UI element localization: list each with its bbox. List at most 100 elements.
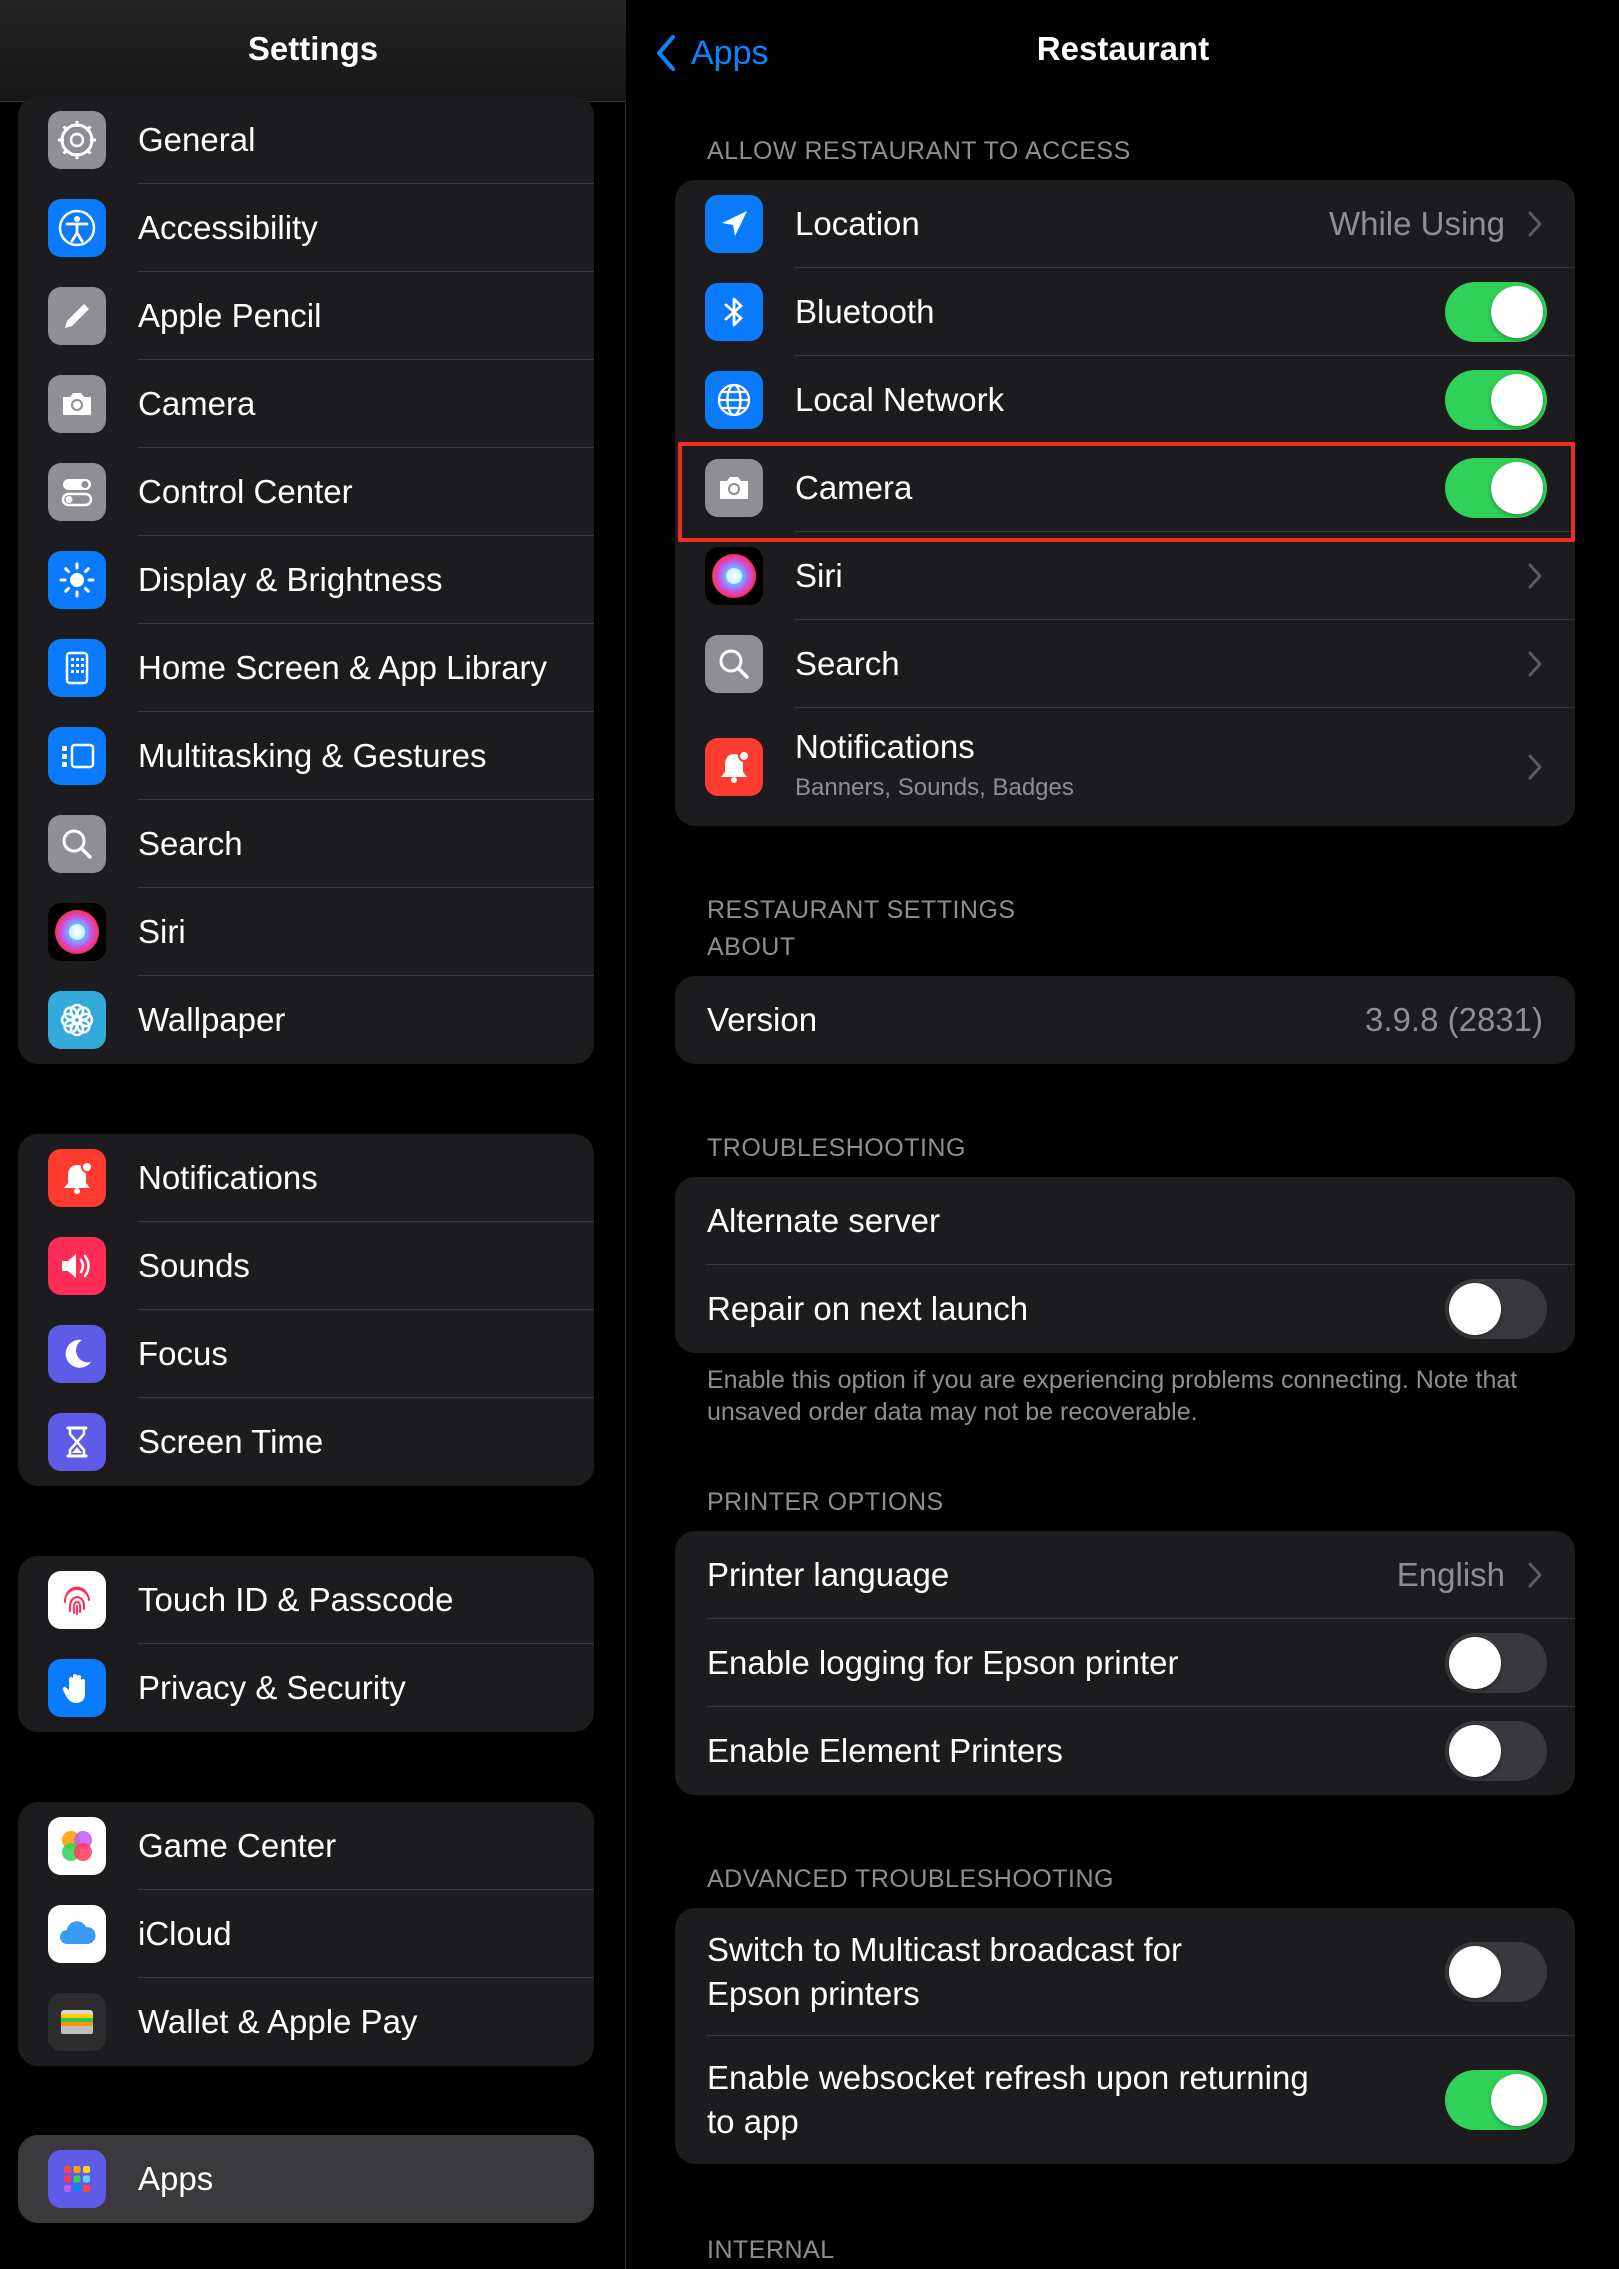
sidebar-item-label: Multitasking & Gestures: [138, 737, 487, 774]
chevron-right-icon: [1528, 651, 1542, 677]
sidebar-item-game-center[interactable]: Game Center: [18, 1802, 594, 1890]
hourglass-icon: [48, 1413, 106, 1471]
multicast-label: Switch to Multicast broadcast for Epson …: [707, 1928, 1182, 2016]
flower-icon: [48, 991, 106, 1049]
sidebar-group-apps: Apps: [18, 2135, 594, 2223]
accessibility-icon: [48, 199, 106, 257]
local-network-label: Local Network: [795, 381, 1005, 418]
epson-logging-toggle[interactable]: [1445, 1633, 1547, 1693]
location-value: While Using: [1328, 205, 1505, 242]
sidebar-item-camera[interactable]: Camera: [18, 360, 594, 448]
section-header-advanced: ADVANCED TROUBLESHOOTING: [707, 1865, 1114, 1893]
section-header-settings: RESTAURANT SETTINGS: [707, 896, 1016, 924]
fingerprint-icon: [48, 1571, 106, 1629]
alternate-server-row[interactable]: Alternate server: [675, 1177, 1575, 1265]
sidebar-item-focus[interactable]: Focus: [18, 1310, 594, 1398]
chevron-right-icon: [1528, 754, 1542, 780]
camera-label: Camera: [795, 469, 913, 506]
element-printers-toggle[interactable]: [1445, 1721, 1547, 1781]
sidebar-item-apple-pencil[interactable]: Apple Pencil: [18, 272, 594, 360]
camera-icon: [48, 375, 106, 433]
speaker-icon: [48, 1237, 106, 1295]
multicast-toggle[interactable]: [1445, 1942, 1547, 2002]
search-row[interactable]: Search: [675, 620, 1575, 708]
repair-label: Repair on next launch: [707, 1290, 1029, 1327]
sidebar-item-label: Apps: [138, 2160, 214, 2197]
sidebar-item-icloud[interactable]: iCloud: [18, 1890, 594, 1978]
local-network-toggle[interactable]: [1445, 370, 1547, 430]
wallet-icon: [48, 1993, 106, 2051]
camera-toggle[interactable]: [1445, 458, 1547, 518]
camera-row: Camera: [675, 444, 1575, 532]
version-value: 3.9.8 (2831): [1365, 1001, 1543, 1038]
sidebar-item-display-brightness[interactable]: Display & Brightness: [18, 536, 594, 624]
sidebar-item-notifications[interactable]: Notifications: [18, 1134, 594, 1222]
section-header-troubleshooting: TROUBLESHOOTING: [707, 1134, 966, 1162]
location-row[interactable]: Location While Using: [675, 180, 1575, 268]
bluetooth-toggle[interactable]: [1445, 282, 1547, 342]
app-detail-pane: Apps Restaurant ALLOW RESTAURANT TO ACCE…: [627, 0, 1619, 2269]
sidebar-item-wallpaper[interactable]: Wallpaper: [18, 976, 594, 1064]
notifications-row[interactable]: Notifications Banners, Sounds, Badges: [675, 708, 1575, 826]
hand-icon: [48, 1659, 106, 1717]
sidebar-item-sounds[interactable]: Sounds: [18, 1222, 594, 1310]
pencil-icon: [48, 287, 106, 345]
sidebar-item-siri[interactable]: Siri: [18, 888, 594, 976]
printer-language-value: English: [1396, 1556, 1505, 1593]
sidebar-item-multitasking[interactable]: Multitasking & Gestures: [18, 712, 594, 800]
sidebar-item-wallet[interactable]: Wallet & Apple Pay: [18, 1978, 594, 2066]
chevron-right-icon: [1528, 563, 1542, 589]
sidebar-item-accessibility[interactable]: Accessibility: [18, 184, 594, 272]
troubleshooting-group: Alternate server Repair on next launch: [675, 1177, 1575, 1353]
chevron-right-icon: [1528, 1562, 1542, 1588]
moon-icon: [48, 1325, 106, 1383]
epson-logging-label: Enable logging for Epson printer: [707, 1644, 1179, 1681]
multicast-label-line2: Epson printers: [707, 1975, 920, 2012]
troubleshooting-footnote: Enable this option if you are experienci…: [707, 1366, 1518, 1426]
sidebar-item-control-center[interactable]: Control Center: [18, 448, 594, 536]
local-network-row: Local Network: [675, 356, 1575, 444]
element-printers-row: Enable Element Printers: [675, 1707, 1575, 1795]
sidebar-item-privacy-security[interactable]: Privacy & Security: [18, 1644, 594, 1732]
sidebar-item-label: Sounds: [138, 1247, 250, 1284]
multicast-label-line1: Switch to Multicast broadcast for: [707, 1931, 1183, 1968]
sidebar-item-home-screen[interactable]: Home Screen & App Library: [18, 624, 594, 712]
game-center-icon: [48, 1817, 106, 1875]
sidebar-item-apps[interactable]: Apps: [18, 2135, 594, 2223]
bluetooth-row: Bluetooth: [675, 268, 1575, 356]
sidebar-group-notifications: Notifications Sounds Focus Screen Time: [18, 1134, 594, 1486]
version-row: Version 3.9.8 (2831): [675, 976, 1575, 1064]
location-arrow-icon: [705, 195, 763, 253]
sidebar-title: Settings: [247, 30, 379, 67]
sidebar-item-screen-time[interactable]: Screen Time: [18, 1398, 594, 1486]
advanced-group: Switch to Multicast broadcast for Epson …: [675, 1908, 1575, 2164]
websocket-toggle[interactable]: [1445, 2070, 1547, 2130]
sidebar-item-label: Wallpaper: [138, 1001, 286, 1038]
repair-toggle[interactable]: [1445, 1279, 1547, 1339]
websocket-label-line2: to app: [707, 2103, 799, 2140]
home-grid-icon: [48, 639, 106, 697]
sidebar-item-label: iCloud: [138, 1915, 232, 1952]
globe-icon: [705, 371, 763, 429]
element-printers-label: Enable Element Printers: [707, 1732, 1063, 1769]
search-icon: [48, 815, 106, 873]
sun-icon: [48, 551, 106, 609]
siri-row[interactable]: Siri: [675, 532, 1575, 620]
siri-icon: [705, 547, 763, 605]
sidebar-item-search[interactable]: Search: [18, 800, 594, 888]
siri-label: Siri: [795, 557, 843, 594]
bluetooth-label: Bluetooth: [795, 293, 935, 330]
sidebar-item-touch-id[interactable]: Touch ID & Passcode: [18, 1556, 594, 1644]
section-header-access: ALLOW RESTAURANT TO ACCESS: [707, 137, 1131, 165]
chevron-right-icon: [1528, 211, 1542, 237]
section-header-about: ABOUT: [707, 933, 796, 961]
sidebar-item-label: Display & Brightness: [138, 561, 443, 598]
access-group: Location While Using Bluetooth Local Net…: [675, 180, 1575, 826]
sidebar-item-general[interactable]: General: [18, 96, 594, 184]
sidebar-item-label: Privacy & Security: [138, 1669, 406, 1706]
sidebar-group-security: Touch ID & Passcode Privacy & Security: [18, 1556, 594, 1732]
printer-language-row[interactable]: Printer language English: [675, 1531, 1575, 1619]
sidebar-item-label: Search: [138, 825, 243, 862]
search-icon: [705, 635, 763, 693]
siri-icon: [48, 903, 106, 961]
